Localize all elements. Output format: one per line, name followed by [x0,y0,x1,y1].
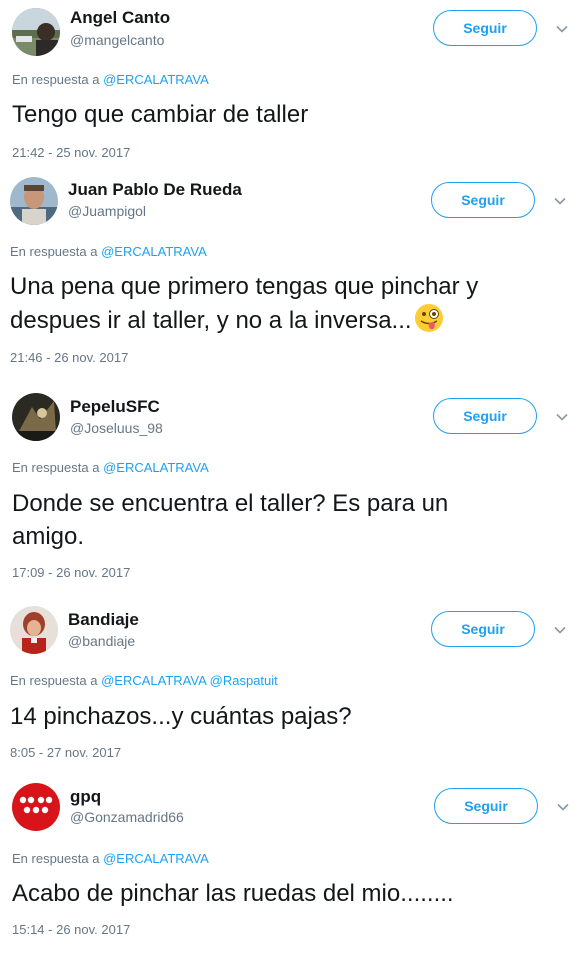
avatar-image [10,606,58,654]
tweet-angel-canto: Angel Canto @mangelcanto Seguir En respu… [0,0,584,170]
tweet-pepelusfc: PepeluSFC @Joseluus_98 Seguir En respues… [0,385,584,595]
follow-button[interactable]: Seguir [433,10,537,46]
avatar-image [12,8,60,56]
avatar[interactable] [12,783,60,831]
follow-button[interactable]: Seguir [431,182,535,218]
handle[interactable]: @Juampigol [68,203,146,219]
tweet-gpq: gpq @Gonzamadrid66 Seguir En respuesta a… [0,775,584,955]
timestamp[interactable]: 21:42 - 25 nov. 2017 [12,145,130,160]
reply-context: En respuesta a @ERCALATRAVA @Raspatuit [10,673,278,688]
tweet-text: Acabo de pinchar las ruedas del mio.....… [12,880,454,907]
reply-prefix: En respuesta a [12,851,100,866]
mention-link[interactable]: @ERCALATRAVA [103,460,209,475]
mention-link[interactable]: @ERCALATRAVA [103,72,209,87]
display-name[interactable]: Juan Pablo De Rueda [68,180,242,200]
tweet-text-line-content: despues ir al taller, y no a la inversa.… [10,307,412,334]
display-name[interactable]: gpq [70,787,101,807]
reply-context: En respuesta a @ERCALATRAVA [12,851,209,866]
mention-link[interactable]: @ERCALATRAVA [101,244,207,259]
chevron-down-icon[interactable] [555,410,569,424]
avatar-image [12,393,60,441]
handle[interactable]: @Joseluus_98 [70,420,163,436]
reply-prefix: En respuesta a [10,673,98,688]
tweet-text: Una pena que primero tengas que pinchar … [10,270,570,337]
tweet-text-line: amigo. [12,523,85,550]
chevron-down-icon[interactable] [553,194,567,208]
tweet-text-line: despues ir al taller, y no a la inversa.… [10,303,570,337]
avatar[interactable] [12,393,60,441]
display-name[interactable]: Bandiaje [68,610,139,630]
chevron-down-icon[interactable] [553,623,567,637]
avatar[interactable] [12,8,60,56]
reply-prefix: En respuesta a [10,244,98,259]
tweet-juan-pablo-de-rueda: Juan Pablo De Rueda @Juampigol Seguir En… [0,170,584,380]
tweet-text: Tengo que cambiar de taller [12,101,309,128]
tweet-bandiaje: Bandiaje @bandiaje Seguir En respuesta a… [0,600,584,770]
display-name[interactable]: Angel Canto [70,8,170,28]
timestamp[interactable]: 15:14 - 26 nov. 2017 [12,922,130,937]
follow-button[interactable]: Seguir [431,611,535,647]
handle[interactable]: @mangelcanto [70,32,164,48]
reply-context: En respuesta a @ERCALATRAVA [12,72,209,87]
avatar-image [10,177,58,225]
mention-link[interactable]: @ERCALATRAVA [103,851,209,866]
handle[interactable]: @bandiaje [68,633,135,649]
tweet-text-line: Donde se encuentra el taller? Es para un [12,490,449,517]
tweet-text: 14 pinchazos...y cuántas pajas? [10,703,352,730]
tweet-text: Donde se encuentra el taller? Es para un… [12,487,572,553]
reply-context: En respuesta a @ERCALATRAVA [12,460,209,475]
mention-link[interactable]: @Raspatuit [210,673,278,688]
follow-button[interactable]: Seguir [434,788,538,824]
avatar-image [12,783,60,831]
avatar[interactable] [10,177,58,225]
timestamp[interactable]: 8:05 - 27 nov. 2017 [10,745,121,760]
display-name[interactable]: PepeluSFC [70,397,160,417]
winking-face-with-tongue-emoji [414,303,444,333]
reply-context: En respuesta a @ERCALATRAVA [10,244,207,259]
chevron-down-icon[interactable] [556,800,570,814]
reply-prefix: En respuesta a [12,72,100,87]
handle[interactable]: @Gonzamadrid66 [70,809,184,825]
tweet-text-line: Una pena que primero tengas que pinchar … [10,273,479,300]
follow-button[interactable]: Seguir [433,398,537,434]
mention-link[interactable]: @ERCALATRAVA [101,673,206,688]
timestamp[interactable]: 17:09 - 26 nov. 2017 [12,565,130,580]
reply-prefix: En respuesta a [12,460,100,475]
chevron-down-icon[interactable] [555,22,569,36]
timestamp[interactable]: 21:46 - 26 nov. 2017 [10,350,128,365]
avatar[interactable] [10,606,58,654]
